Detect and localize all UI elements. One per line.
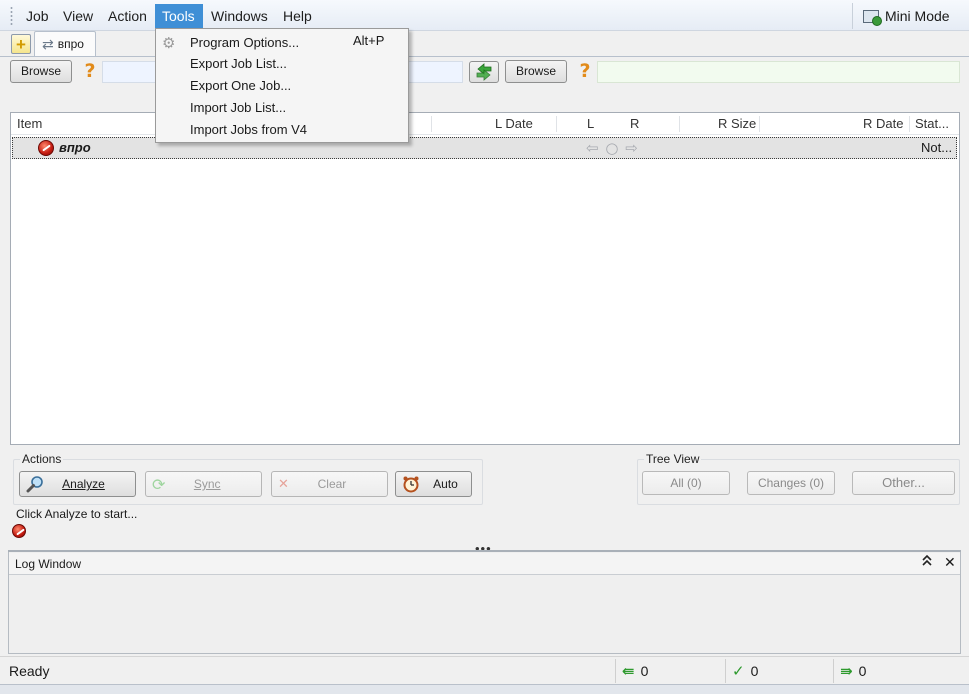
- sync-direction-icon: ⇄: [42, 35, 54, 52]
- ok-count-value: 0: [750, 663, 759, 679]
- analyze-label: Analyze: [62, 477, 105, 491]
- sync-label: Sync: [193, 477, 221, 491]
- column-r-date[interactable]: R Date: [863, 113, 903, 135]
- left-browse-button[interactable]: Browse: [10, 60, 72, 83]
- job-icon: [38, 140, 54, 156]
- column-l-date[interactable]: L Date: [495, 113, 533, 135]
- tree-view-title: Tree View: [644, 452, 702, 466]
- menu-item-import-job-list[interactable]: Import Job List...: [190, 98, 286, 118]
- column-separator[interactable]: [679, 116, 680, 132]
- menu-action[interactable]: Action: [100, 4, 155, 28]
- auto-button[interactable]: Auto: [395, 471, 472, 497]
- column-separator[interactable]: [431, 116, 432, 132]
- clear-x-icon: ✕: [278, 476, 289, 492]
- menu-job[interactable]: Job: [18, 4, 57, 28]
- menu-item-import-jobs-v4[interactable]: Import Jobs from V4: [190, 120, 307, 140]
- column-separator[interactable]: [556, 116, 557, 132]
- magnifier-icon: [26, 476, 43, 493]
- right-browse-button[interactable]: Browse: [505, 60, 567, 83]
- tree-all-button[interactable]: All (0): [642, 471, 730, 495]
- column-l[interactable]: L: [587, 113, 594, 135]
- tree-changes-button[interactable]: Changes (0): [747, 471, 835, 495]
- program-options-shortcut: Alt+P: [353, 33, 385, 48]
- menu-tools[interactable]: Tools: [155, 4, 203, 28]
- left-arrow-count: ⇚ 0: [615, 659, 725, 683]
- actions-title: Actions: [20, 452, 64, 466]
- column-separator[interactable]: [759, 116, 760, 132]
- log-title: Log Window: [15, 557, 82, 571]
- add-job-tab-button[interactable]: +: [11, 34, 31, 54]
- column-separator[interactable]: [909, 116, 910, 132]
- swap-direction-button[interactable]: [469, 61, 499, 83]
- right-count-value: 0: [858, 663, 867, 679]
- double-left-arrow-icon: ⇚: [622, 662, 635, 680]
- status-hint: Click Analyze to start...: [16, 507, 138, 521]
- status-bar: Ready ⇚ 0 ✓ 0 ⇛ 0: [0, 656, 969, 684]
- menu-view[interactable]: View: [55, 4, 101, 28]
- right-arrow-count: ⇛ 0: [833, 659, 963, 683]
- menu-bar: Job View Action Tools Windows Help Mini …: [0, 0, 969, 31]
- collapse-icon[interactable]: [921, 554, 933, 571]
- row-direction-icons: ⇦ ○ ⇨: [586, 139, 639, 157]
- sync-button[interactable]: ⟳ Sync: [145, 471, 262, 497]
- menu-item-export-job-list[interactable]: Export Job List...: [190, 54, 287, 74]
- log-title-bar: Log Window ✕: [9, 553, 960, 575]
- tab-strip-divider: [0, 56, 969, 57]
- list-header: Item L Date L R R Size R Date Stat...: [11, 113, 959, 135]
- menu-windows[interactable]: Windows: [203, 4, 276, 28]
- double-chevron-up-icon: [922, 554, 932, 566]
- gear-icon: ⚙: [162, 34, 176, 52]
- tools-menu: ⚙ Program Options... Alt+P Export Job Li…: [155, 28, 409, 143]
- comparison-list[interactable]: [10, 112, 960, 445]
- check-icon: ✓: [732, 662, 745, 680]
- clear-button[interactable]: ✕ Clear: [271, 471, 388, 497]
- window-bottom-border: [0, 684, 969, 694]
- auto-label: Auto: [433, 477, 458, 491]
- status-text: Ready: [9, 663, 50, 679]
- green-arrows-icon: [476, 63, 492, 81]
- clear-label: Clear: [317, 477, 347, 491]
- analyze-button[interactable]: Analyze: [19, 471, 136, 497]
- alarm-clock-icon: [403, 476, 419, 493]
- mini-mode-label: Mini Mode: [885, 8, 950, 24]
- double-right-arrow-icon: ⇛: [840, 662, 853, 680]
- tab-job-label: впро: [57, 37, 84, 51]
- table-row[interactable]: впро ⇦ ○ ⇨ Not...: [12, 137, 957, 159]
- column-item[interactable]: Item: [17, 113, 42, 135]
- sync-icon: ⟳: [152, 474, 166, 494]
- tab-job[interactable]: ⇄ впро: [34, 31, 96, 56]
- right-path-field[interactable]: [597, 61, 960, 83]
- column-r[interactable]: R: [630, 113, 639, 135]
- ok-count: ✓ 0: [725, 659, 833, 683]
- right-help-icon[interactable]: ?: [577, 60, 593, 82]
- plus-icon: +: [16, 34, 26, 54]
- job-status-icon: [12, 524, 26, 538]
- close-icon[interactable]: ✕: [944, 554, 956, 571]
- mini-mode-icon: [863, 9, 882, 26]
- left-count-value: 0: [640, 663, 649, 679]
- menu-help[interactable]: Help: [275, 4, 320, 28]
- row-status: Not...: [921, 140, 953, 155]
- toolbar-grip[interactable]: [10, 6, 13, 26]
- left-help-icon[interactable]: ?: [82, 60, 98, 82]
- mini-mode-button[interactable]: Mini Mode: [852, 3, 965, 29]
- tree-other-button[interactable]: Other...: [852, 471, 955, 495]
- column-status[interactable]: Stat...: [915, 113, 949, 135]
- menu-item-program-options[interactable]: Program Options...: [190, 33, 299, 53]
- row-item-name: впро: [59, 140, 91, 155]
- menu-item-export-one-job[interactable]: Export One Job...: [190, 76, 291, 96]
- column-r-size[interactable]: R Size: [718, 113, 756, 135]
